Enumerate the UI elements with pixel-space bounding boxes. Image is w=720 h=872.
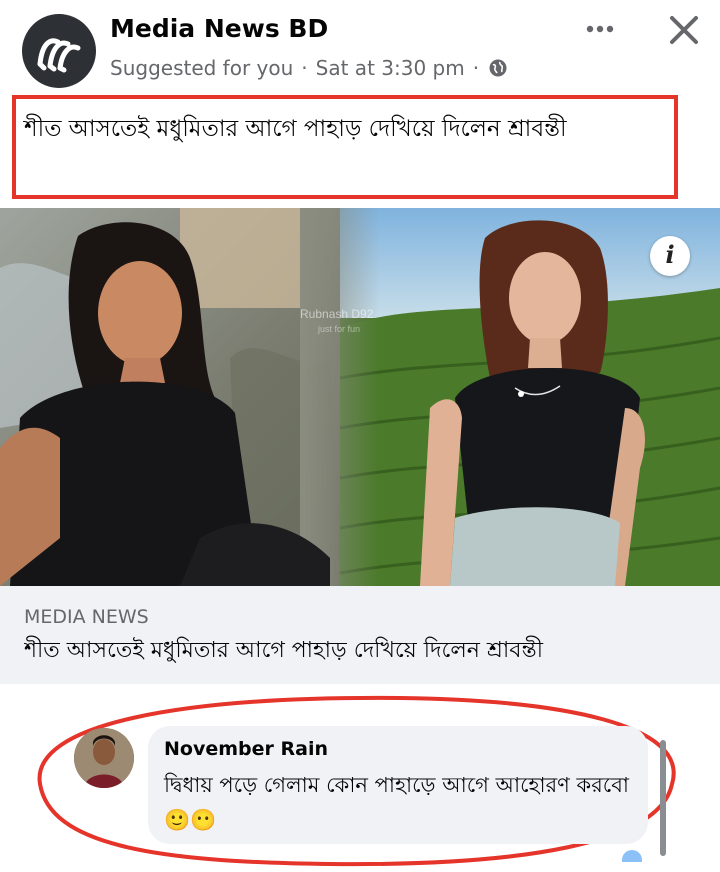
more-dots-icon[interactable]: [580, 14, 620, 44]
close-icon[interactable]: [664, 10, 704, 50]
meta-separator: ·: [301, 56, 308, 80]
caption-highlight-box: শীত আসতেই মধুমিতার আগে পাহাড় দেখিয়ে দি…: [12, 95, 678, 199]
post-caption: শীত আসতেই মধুমিতার আগে পাহাড় দেখিয়ে দি…: [24, 116, 567, 142]
post-image[interactable]: Rubnash D92 just for fun: [0, 208, 720, 586]
page-name[interactable]: Media News BD: [110, 14, 328, 43]
comment-author[interactable]: November Rain: [164, 738, 328, 760]
post-time[interactable]: Sat at 3:30 pm: [316, 56, 465, 80]
meta-separator-2: ·: [472, 56, 480, 80]
commenter-avatar[interactable]: [74, 728, 134, 788]
post-meta: Suggested for you · Sat at 3:30 pm ·: [110, 56, 507, 80]
watermark-line-1: Rubnash D92: [300, 307, 374, 321]
watermark-line-2: just for fun: [317, 324, 360, 334]
comment-bubble[interactable]: November Rain দ্বিধায় পড়ে গেলাম কোন পা…: [148, 726, 648, 844]
link-title: শীত আসতেই মধুমিতার আগে পাহাড় দেখিয়ে দি…: [24, 638, 543, 663]
commenter-photo: [74, 728, 134, 788]
link-domain: MEDIA NEWS: [24, 606, 149, 628]
suggested-label: Suggested for you: [110, 56, 294, 80]
globe-icon: [489, 59, 507, 77]
comment-text: দ্বিধায় পড়ে গেলাম কোন পাহাড়ে আগে আহোর…: [164, 773, 630, 832]
link-preview[interactable]: MEDIA NEWS শীত আসতেই মধুমিতার আগে পাহাড়…: [0, 586, 720, 684]
post-header: Media News BD Suggested for you · Sat at…: [0, 0, 720, 90]
post-photo: Rubnash D92 just for fun: [0, 208, 720, 586]
info-button[interactable]: i: [650, 236, 690, 276]
info-icon: i: [665, 240, 675, 269]
scrollbar[interactable]: [660, 740, 666, 856]
page-avatar[interactable]: [22, 14, 96, 88]
page-logo-icon: [37, 38, 81, 73]
